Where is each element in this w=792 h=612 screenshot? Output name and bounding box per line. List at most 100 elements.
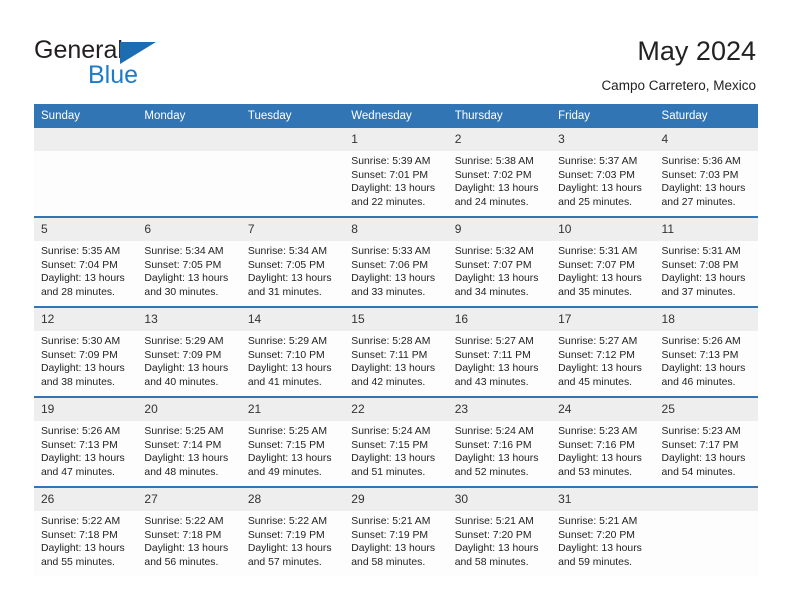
weekday-header-monday: Monday	[137, 104, 241, 128]
calendar-day-cell[interactable]: 13 Sunrise: 5:29 AM Sunset: 7:09 PM Dayligh…	[137, 306, 241, 397]
day-number: 25	[654, 398, 758, 421]
daylight-text: Daylight: 13 hours and 53 minutes.	[558, 453, 642, 478]
day-sun-info: Sunrise: 5:24 AM Sunset: 7:16 PM Daylight:…	[448, 421, 551, 479]
day-sun-info: Sunrise: 5:34 AM Sunset: 7:05 PM Daylight:…	[241, 241, 344, 299]
day-number: 27	[137, 488, 241, 511]
calendar-week-row: 5 Sunrise: 5:35 AM Sunset: 7:04 PM Daylight…	[34, 216, 758, 307]
sunrise-text: Sunrise: 5:32 AM	[454, 246, 534, 257]
calendar-day-cell[interactable]: 1 Sunrise: 5:39 AM Sunset: 7:01 PM Daylight…	[344, 128, 448, 217]
calendar-week-row: 26 Sunrise: 5:22 AM Sunset: 7:18 PM Dayligh…	[34, 486, 758, 576]
sunrise-text: Sunrise: 5:37 AM	[558, 156, 638, 167]
day-sun-info: Sunrise: 5:27 AM Sunset: 7:12 PM Daylight:…	[551, 331, 654, 389]
daylight-text: Daylight: 13 hours and 58 minutes.	[454, 543, 539, 568]
daylight-text: Daylight: 13 hours and 27 minutes.	[661, 183, 746, 208]
calendar-day-cell[interactable]: 29 Sunrise: 5:21 AM Sunset: 7:19 PM Dayligh…	[344, 486, 448, 576]
calendar-day-cell[interactable]: 28 Sunrise: 5:22 AM Sunset: 7:19 PM Dayligh…	[240, 486, 345, 576]
day-number: 29	[344, 488, 448, 511]
calendar-day-cell[interactable]: 2 Sunrise: 5:38 AM Sunset: 7:02 PM Daylight…	[447, 128, 552, 217]
sunrise-text: Sunrise: 5:25 AM	[144, 426, 224, 437]
sunrise-text: Sunrise: 5:24 AM	[454, 426, 534, 437]
calendar-day-cell[interactable]: 23 Sunrise: 5:24 AM Sunset: 7:16 PM Dayligh…	[447, 396, 552, 487]
day-sun-info: Sunrise: 5:26 AM Sunset: 7:13 PM Daylight:…	[655, 331, 758, 389]
sunrise-text: Sunrise: 5:35 AM	[41, 246, 121, 257]
day-sun-info: Sunrise: 5:39 AM Sunset: 7:01 PM Daylight:…	[344, 151, 447, 209]
sunset-text: Sunset: 7:08 PM	[661, 259, 739, 271]
calendar-day-cell[interactable]: 10 Sunrise: 5:31 AM Sunset: 7:07 PM Dayligh…	[551, 216, 655, 307]
calendar-day-cell[interactable]: 3 Sunrise: 5:37 AM Sunset: 7:03 PM Daylight…	[551, 128, 655, 217]
calendar-day-cell[interactable]: 6 Sunrise: 5:34 AM Sunset: 7:05 PM Daylight…	[137, 216, 241, 307]
logo-text-blue: Blue	[88, 61, 139, 89]
sunset-text: Sunset: 7:04 PM	[41, 259, 118, 271]
day-number: 1	[344, 128, 448, 151]
calendar-header-row: Sunday Monday Tuesday Wednesday Thursday Frid…	[34, 104, 758, 128]
calendar-page: General Blue May 2024 Campo Carretero, M…	[0, 0, 792, 612]
day-number	[240, 128, 345, 151]
calendar-day-cell[interactable]: 19 Sunrise: 5:26 AM Sunset: 7:13 PM Dayligh…	[34, 396, 138, 487]
sunset-text: Sunset: 7:10 PM	[247, 349, 325, 361]
calendar-day-cell[interactable]: 31 Sunrise: 5:21 AM Sunset: 7:20 PM Dayligh…	[551, 486, 655, 576]
daylight-text: Daylight: 13 hours and 34 minutes.	[454, 273, 539, 298]
sunrise-text: Sunrise: 5:22 AM	[144, 516, 224, 527]
calendar-day-cell-empty	[34, 128, 138, 217]
calendar-day-cell[interactable]: 25 Sunrise: 5:23 AM Sunset: 7:17 PM Dayligh…	[654, 396, 758, 487]
day-number: 14	[240, 308, 345, 331]
daylight-text: Daylight: 13 hours and 28 minutes.	[41, 273, 125, 298]
daylight-text: Daylight: 13 hours and 54 minutes.	[661, 453, 746, 478]
daylight-text: Daylight: 13 hours and 56 minutes.	[144, 543, 229, 568]
calendar-day-cell[interactable]: 21 Sunrise: 5:25 AM Sunset: 7:15 PM Dayligh…	[240, 396, 345, 487]
calendar-day-cell[interactable]: 26 Sunrise: 5:22 AM Sunset: 7:18 PM Dayligh…	[34, 486, 138, 576]
sunset-text: Sunset: 7:17 PM	[661, 439, 739, 451]
calendar-day-cell[interactable]: 22 Sunrise: 5:24 AM Sunset: 7:15 PM Dayligh…	[344, 396, 448, 487]
sunset-text: Sunset: 7:18 PM	[41, 529, 118, 541]
sunset-text: Sunset: 7:19 PM	[247, 529, 325, 541]
sunrise-text: Sunrise: 5:31 AM	[558, 246, 638, 257]
day-sun-info: Sunrise: 5:36 AM Sunset: 7:03 PM Daylight:…	[655, 151, 758, 209]
sunset-text: Sunset: 7:16 PM	[558, 439, 635, 451]
calendar-day-cell[interactable]: 27 Sunrise: 5:22 AM Sunset: 7:18 PM Dayligh…	[137, 486, 241, 576]
sunrise-sunset-calendar-table: Sunday Monday Tuesday Wednesday Thursday Frid…	[34, 104, 758, 576]
day-sun-info: Sunrise: 5:22 AM Sunset: 7:18 PM Daylight:…	[34, 511, 137, 569]
calendar-day-cell[interactable]: 12 Sunrise: 5:30 AM Sunset: 7:09 PM Dayligh…	[34, 306, 138, 397]
calendar-day-cell[interactable]: 5 Sunrise: 5:35 AM Sunset: 7:04 PM Daylight…	[34, 216, 138, 307]
sunset-text: Sunset: 7:14 PM	[144, 439, 222, 451]
day-number: 6	[137, 218, 241, 241]
sunset-text: Sunset: 7:13 PM	[41, 439, 118, 451]
sunset-text: Sunset: 7:07 PM	[558, 259, 635, 271]
day-number: 2	[447, 128, 552, 151]
daylight-text: Daylight: 13 hours and 31 minutes.	[247, 273, 332, 298]
calendar-day-cell-empty	[240, 128, 345, 217]
day-number: 15	[344, 308, 448, 331]
calendar-day-cell[interactable]: 8 Sunrise: 5:33 AM Sunset: 7:06 PM Daylight…	[344, 216, 448, 307]
sunset-text: Sunset: 7:19 PM	[351, 529, 429, 541]
day-number: 3	[551, 128, 655, 151]
calendar-day-cell[interactable]: 11 Sunrise: 5:31 AM Sunset: 7:08 PM Dayligh…	[654, 216, 758, 307]
day-sun-info: Sunrise: 5:30 AM Sunset: 7:09 PM Daylight:…	[34, 331, 137, 389]
calendar-day-cell[interactable]: 14 Sunrise: 5:29 AM Sunset: 7:10 PM Dayligh…	[240, 306, 345, 397]
day-number: 17	[551, 308, 655, 331]
day-sun-info: Sunrise: 5:21 AM Sunset: 7:19 PM Daylight:…	[344, 511, 447, 569]
day-number: 12	[34, 308, 138, 331]
calendar-day-cell[interactable]: 4 Sunrise: 5:36 AM Sunset: 7:03 PM Daylight…	[654, 128, 758, 217]
calendar-day-cell[interactable]: 7 Sunrise: 5:34 AM Sunset: 7:05 PM Daylight…	[240, 216, 345, 307]
sunset-text: Sunset: 7:07 PM	[454, 259, 532, 271]
day-number: 23	[447, 398, 552, 421]
calendar-day-cell[interactable]: 15 Sunrise: 5:28 AM Sunset: 7:11 PM Dayligh…	[344, 306, 448, 397]
sunrise-text: Sunrise: 5:30 AM	[41, 336, 121, 347]
daylight-text: Daylight: 13 hours and 40 minutes.	[144, 363, 229, 388]
calendar-day-cell[interactable]: 20 Sunrise: 5:25 AM Sunset: 7:14 PM Dayligh…	[137, 396, 241, 487]
calendar-day-cell[interactable]: 16 Sunrise: 5:27 AM Sunset: 7:11 PM Dayligh…	[447, 306, 552, 397]
calendar-day-cell[interactable]: 30 Sunrise: 5:21 AM Sunset: 7:20 PM Dayligh…	[447, 486, 552, 576]
daylight-text: Daylight: 13 hours and 47 minutes.	[41, 453, 125, 478]
sunrise-text: Sunrise: 5:23 AM	[558, 426, 638, 437]
calendar-day-cell[interactable]: 9 Sunrise: 5:32 AM Sunset: 7:07 PM Daylight…	[447, 216, 552, 307]
day-number: 5	[34, 218, 138, 241]
sunset-text: Sunset: 7:13 PM	[661, 349, 739, 361]
sunrise-text: Sunrise: 5:38 AM	[454, 156, 534, 167]
day-number	[654, 488, 758, 511]
calendar-day-cell[interactable]: 24 Sunrise: 5:23 AM Sunset: 7:16 PM Dayligh…	[551, 396, 655, 487]
calendar-week-row: 19 Sunrise: 5:26 AM Sunset: 7:13 PM Dayligh…	[34, 396, 758, 487]
day-number: 4	[654, 128, 758, 151]
calendar-day-cell[interactable]: 17 Sunrise: 5:27 AM Sunset: 7:12 PM Dayligh…	[551, 306, 655, 397]
weekday-header-saturday: Saturday	[654, 104, 758, 128]
calendar-day-cell[interactable]: 18 Sunrise: 5:26 AM Sunset: 7:13 PM Dayligh…	[654, 306, 758, 397]
